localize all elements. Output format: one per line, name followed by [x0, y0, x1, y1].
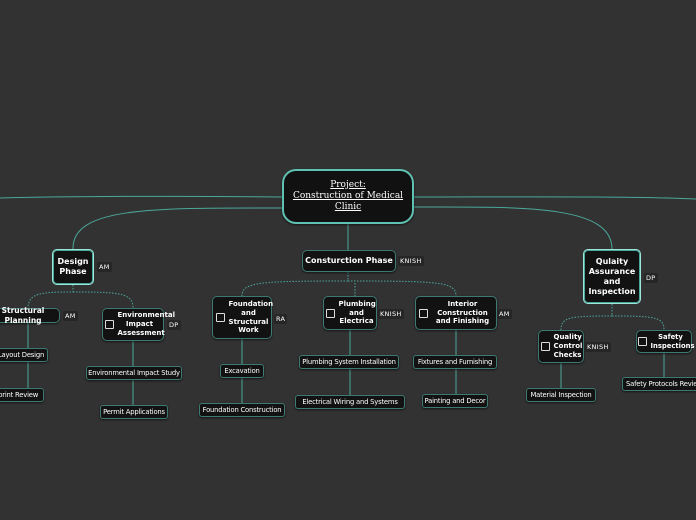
design-phase-label: Design Phase	[57, 257, 89, 276]
painting-node[interactable]: Painting and Decor	[422, 394, 488, 408]
permit-applications-label: Permit Applications	[103, 407, 165, 416]
material-inspection-label: Material Inspection	[530, 390, 592, 399]
permit-applications-node[interactable]: Permit Applications	[100, 405, 168, 419]
construction-phase-label: Consturction Phase	[305, 256, 393, 265]
foundation-construction-label: Foundation Construction	[202, 405, 282, 414]
painting-label: Painting and Decor	[424, 396, 486, 405]
checkbox-icon[interactable]	[325, 308, 335, 318]
interior-node[interactable]: Interior Construction and Finishing	[415, 296, 497, 330]
layout-design-node[interactable]: Layout Design	[0, 348, 48, 362]
connector-construction-interior	[347, 280, 457, 297]
quality-assurance-label: Qulaity Assurance and Inspection	[588, 256, 636, 296]
connector-construction-foundation	[241, 272, 349, 297]
central-topic-line2: Construction of Medical	[292, 190, 404, 201]
fixtures-label: Fixtures and Furnishing	[417, 357, 493, 366]
environmental-impact-label: Environmental Impact Assessment	[117, 311, 175, 337]
quality-assurance-tag: DP	[644, 273, 658, 283]
plumbing-tag: KNISH	[378, 309, 404, 319]
structural-planning-node[interactable]: Structural Planning	[0, 306, 60, 325]
plumbing-node[interactable]: Plumbing and Electrica	[323, 296, 377, 330]
safety-protocols-label: Safety Protocols Review	[626, 379, 696, 388]
connector-design-environmental	[72, 291, 134, 309]
connector-central-qa	[409, 206, 613, 250]
safety-inspections-label: Safety Inspections	[650, 333, 695, 350]
connector-qa-safety	[611, 315, 665, 331]
checkbox-icon[interactable]	[540, 342, 550, 351]
checkbox-icon[interactable]	[419, 308, 428, 318]
electrical-wiring-node[interactable]: Electrical Wiring and Systems	[295, 395, 405, 409]
fixtures-node[interactable]: Fixtures and Furnishing	[413, 355, 497, 369]
connector-construction-plumbing	[348, 280, 356, 296]
foundation-label: Foundation and Structural Work	[228, 300, 274, 335]
layout-design-label: Layout Design	[0, 350, 45, 359]
quality-control-tag: KNISH	[585, 342, 611, 352]
plumbing-installation-label: Plumbing System Installation	[302, 357, 396, 366]
connector-central-left	[0, 195, 283, 199]
mind-map-canvas: Project: Construction of Medical Clinic …	[0, 0, 696, 520]
safety-protocols-node[interactable]: Safety Protocols Review	[622, 377, 696, 391]
design-phase-node[interactable]: Design Phase	[52, 249, 94, 285]
interior-tag: AM	[497, 309, 512, 319]
structural-planning-tag: AM	[63, 311, 78, 321]
quality-control-label: Quality Control Checks	[553, 333, 583, 359]
plumbing-installation-node[interactable]: Plumbing System Installation	[299, 355, 399, 369]
environmental-study-node[interactable]: Environmental Impact Study	[86, 366, 182, 380]
construction-phase-tag: KNISH	[398, 256, 424, 266]
blueprint-review-node[interactable]: Blueprint Review	[0, 388, 44, 402]
connector-qa-quality	[560, 304, 613, 331]
interior-label: Interior Construction and Finishing	[435, 299, 490, 326]
excavation-label: Excavation	[224, 366, 260, 375]
connector-central-right	[413, 196, 696, 200]
environmental-impact-tag: DP	[167, 320, 181, 330]
central-topic[interactable]: Project: Construction of Medical Clinic	[282, 169, 414, 224]
checkbox-icon[interactable]	[104, 320, 114, 329]
electrical-wiring-label: Electrical Wiring and Systems	[302, 397, 398, 406]
material-inspection-node[interactable]: Material Inspection	[526, 388, 596, 402]
environmental-study-label: Environmental Impact Study	[88, 368, 180, 377]
checkbox-icon[interactable]	[215, 313, 225, 322]
blueprint-review-label: Blueprint Review	[0, 390, 39, 399]
excavation-node[interactable]: Excavation	[220, 364, 264, 378]
central-topic-line1: Project:	[330, 179, 366, 190]
central-topic-line3: Clinic	[334, 202, 362, 213]
foundation-construction-node[interactable]: Foundation Construction	[199, 403, 285, 417]
construction-phase-node[interactable]: Consturction Phase	[302, 250, 396, 272]
plumbing-label: Plumbing and Electrica	[338, 299, 376, 326]
connector-central-design	[72, 207, 301, 250]
quality-assurance-node[interactable]: Qulaity Assurance and Inspection	[583, 249, 641, 304]
design-phase-tag: AM	[97, 262, 112, 272]
checkbox-icon[interactable]	[637, 337, 647, 346]
structural-planning-label: Structural Planning	[1, 306, 45, 325]
quality-control-node[interactable]: Quality Control Checks	[538, 330, 584, 363]
safety-inspections-node[interactable]: Safety Inspections	[636, 330, 695, 353]
foundation-tag: RA	[274, 314, 288, 324]
foundation-node[interactable]: Foundation and Structural Work	[212, 296, 274, 339]
environmental-impact-node[interactable]: Environmental Impact Assessment	[102, 308, 175, 341]
